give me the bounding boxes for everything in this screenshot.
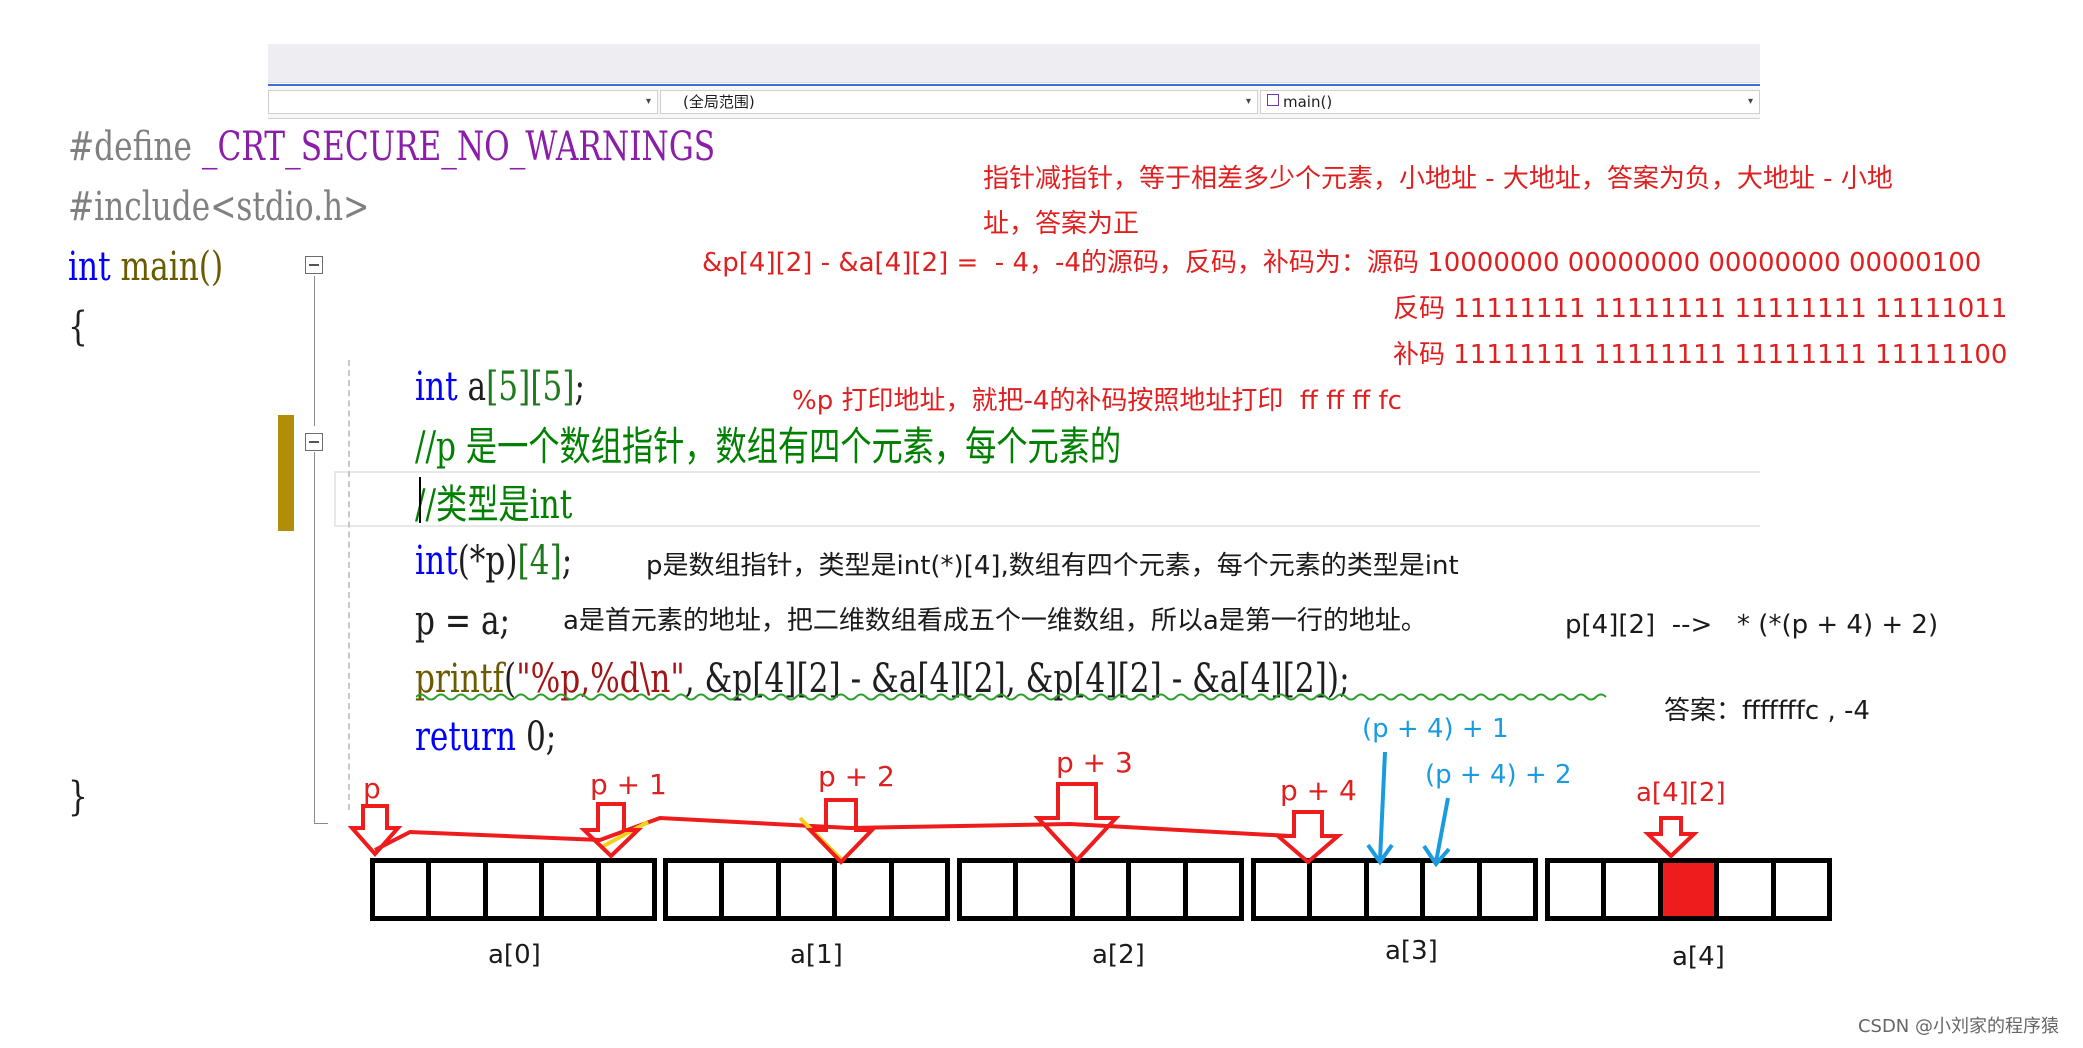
pointer-path-line bbox=[374, 815, 1291, 852]
arrow-p-plus-3 bbox=[1033, 782, 1121, 863]
arrow-p-plus-1 bbox=[579, 802, 643, 859]
arrow-p4-plus-1 bbox=[1366, 751, 1394, 866]
watermark: CSDN @小刘家的程序猿 bbox=[1857, 1016, 2059, 1037]
arrow-p bbox=[347, 804, 403, 858]
arrow-a42 bbox=[1643, 816, 1699, 859]
pointer-arrows-overlay bbox=[347, 751, 1699, 868]
arrow-p-plus-4 bbox=[1272, 810, 1344, 865]
arrow-p4-plus-2 bbox=[1422, 797, 1451, 868]
arrow-p-plus-2 bbox=[805, 798, 877, 865]
